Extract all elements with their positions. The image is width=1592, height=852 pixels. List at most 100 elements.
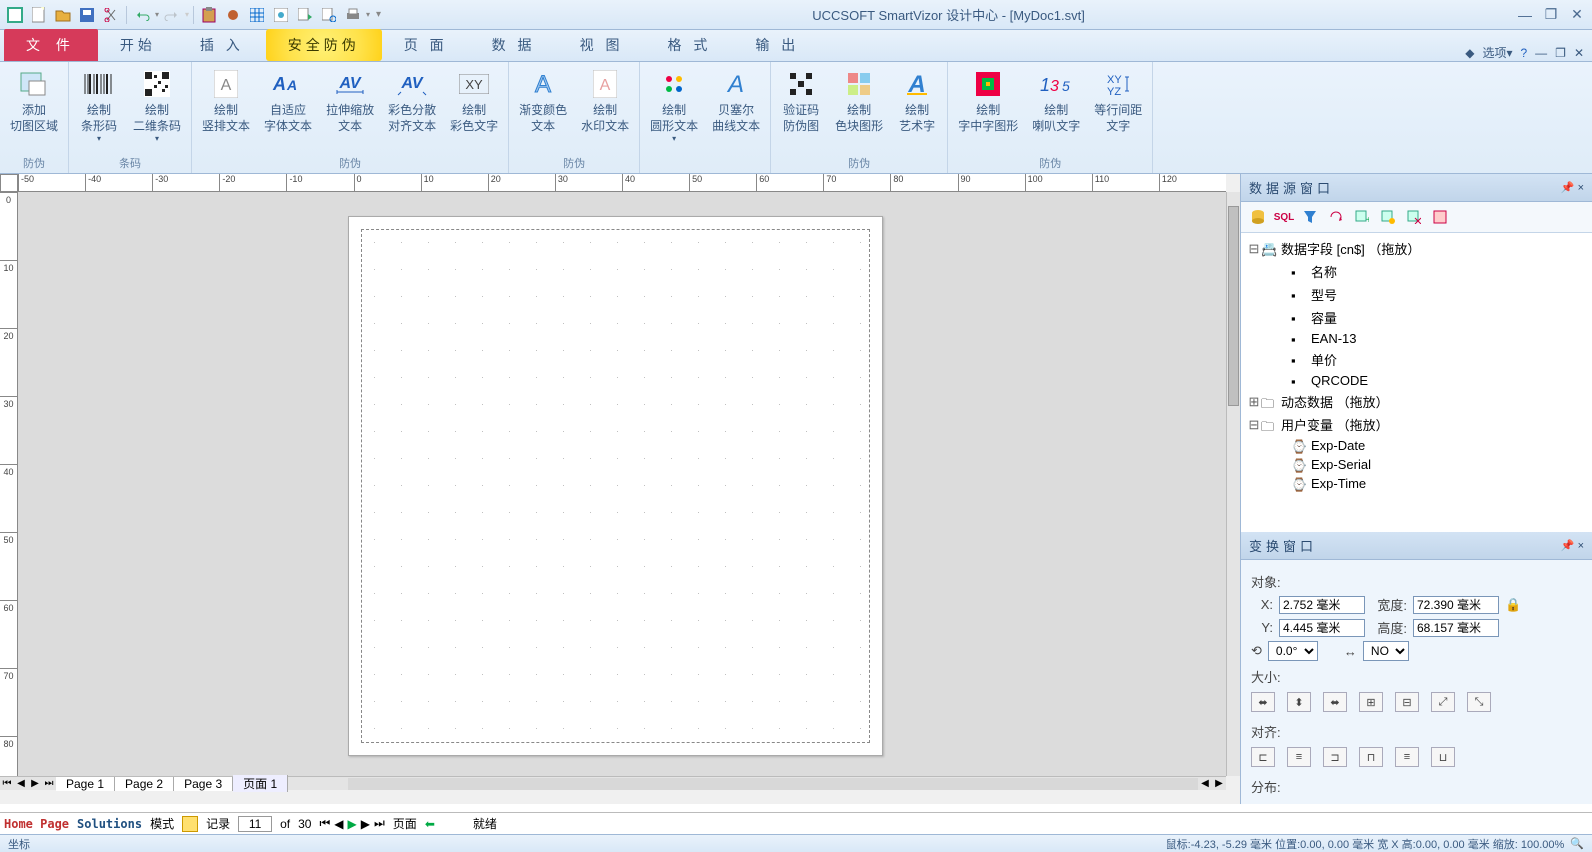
- size-btn-6[interactable]: ⤢: [1431, 692, 1455, 712]
- ribbon-help-icon[interactable]: ?: [1520, 46, 1527, 60]
- page-tab-2[interactable]: Page 2: [115, 777, 174, 791]
- options-button[interactable]: 选项▾: [1482, 44, 1512, 61]
- minimize-icon[interactable]: —: [1516, 6, 1534, 24]
- transform-header[interactable]: 变换窗口 📌 ×: [1241, 532, 1592, 560]
- tab-security[interactable]: 安全防伪: [266, 29, 382, 61]
- close-icon[interactable]: ✕: [1568, 6, 1586, 24]
- btn-bezier-text[interactable]: A贝塞尔 曲线文本: [708, 66, 764, 157]
- tab-file[interactable]: 文 件: [4, 29, 98, 61]
- tree-dynamic[interactable]: ⊞🗀动态数据 （拖放）: [1247, 390, 1586, 413]
- tab-start[interactable]: 开始: [98, 29, 178, 61]
- btn-autofit-text[interactable]: AA自适应 字体文本: [260, 66, 316, 153]
- qat-paste-icon[interactable]: [198, 4, 220, 26]
- page-back-icon[interactable]: ⬅: [425, 817, 435, 831]
- align-right[interactable]: ⊐: [1323, 747, 1347, 767]
- btn-color-text[interactable]: XY绘制 彩色文字: [446, 66, 502, 153]
- help-icon[interactable]: ◆: [1465, 46, 1474, 60]
- tree-field[interactable]: ▪QRCODE: [1247, 371, 1586, 390]
- page-tab-current[interactable]: 页面 1: [233, 775, 288, 792]
- tab-format[interactable]: 格 式: [645, 29, 733, 61]
- tab-next-icon[interactable]: ▶: [28, 778, 42, 789]
- ds-db-icon[interactable]: [1247, 206, 1269, 228]
- tab-data[interactable]: 数 据: [470, 29, 558, 61]
- y-input[interactable]: [1279, 619, 1365, 637]
- hscroll-left-icon[interactable]: ◀: [1198, 778, 1212, 789]
- pin-icon-2[interactable]: 📌 ×: [1561, 539, 1584, 552]
- tree-uvar[interactable]: ⌚Exp-Date: [1247, 436, 1586, 455]
- size-btn-1[interactable]: ⬌: [1251, 692, 1275, 712]
- home-page-link[interactable]: Home Page: [4, 817, 69, 831]
- rotate-select[interactable]: 0.0°: [1268, 641, 1318, 661]
- ribbon-min-icon[interactable]: —: [1535, 46, 1547, 60]
- qat-new-icon[interactable]: [28, 4, 50, 26]
- nav-next-icon[interactable]: ▶: [361, 817, 370, 831]
- ds-del-icon[interactable]: [1403, 206, 1425, 228]
- maximize-icon[interactable]: ❐: [1542, 6, 1560, 24]
- align-top[interactable]: ⊓: [1359, 747, 1383, 767]
- ds-edit-icon[interactable]: [1377, 206, 1399, 228]
- size-btn-4[interactable]: ⊞: [1359, 692, 1383, 712]
- qat-export-icon[interactable]: [294, 4, 316, 26]
- record-current[interactable]: [238, 816, 272, 832]
- align-center-h[interactable]: ≡: [1287, 747, 1311, 767]
- tab-page[interactable]: 页 面: [382, 29, 470, 61]
- tab-output[interactable]: 输 出: [733, 29, 821, 61]
- flip-select[interactable]: NO: [1363, 641, 1409, 661]
- tab-insert[interactable]: 插 入: [178, 29, 266, 61]
- ds-add-icon[interactable]: +: [1351, 206, 1373, 228]
- tab-view[interactable]: 视 图: [558, 29, 646, 61]
- qat-tool-icon[interactable]: [222, 4, 244, 26]
- tree-field[interactable]: ▪单价: [1247, 348, 1586, 371]
- x-input[interactable]: [1279, 596, 1365, 614]
- btn-add-cut-region[interactable]: 添加 切图区域: [6, 66, 62, 153]
- qat-preview-icon[interactable]: [270, 4, 292, 26]
- tree-root-fields[interactable]: ⊟📇数据字段 [cn$] （拖放）: [1247, 237, 1586, 260]
- btn-qrcode[interactable]: 绘制 二维条码▾: [129, 66, 185, 153]
- page-surface[interactable]: [348, 216, 883, 756]
- page-tab-1[interactable]: Page 1: [56, 777, 115, 791]
- btn-equal-line[interactable]: XYYZ等行间距 文字: [1090, 66, 1146, 153]
- btn-colorblock[interactable]: 绘制 色块图形: [831, 66, 887, 153]
- qat-save-icon[interactable]: [76, 4, 98, 26]
- btn-vtext[interactable]: A绘制 竖排文本: [198, 66, 254, 153]
- tree-uservars[interactable]: ⊟🗀用户变量 （拖放）: [1247, 413, 1586, 436]
- qat-undo-icon[interactable]: [131, 4, 153, 26]
- ds-refresh-icon[interactable]: [1325, 206, 1347, 228]
- btn-captcha[interactable]: 验证码 防伪图: [777, 66, 825, 153]
- ribbon-restore-icon[interactable]: ❐: [1555, 46, 1566, 60]
- ribbon-close-icon[interactable]: ✕: [1574, 46, 1584, 60]
- tree-field[interactable]: ▪容量: [1247, 306, 1586, 329]
- ds-filter-icon[interactable]: [1299, 206, 1321, 228]
- tree-uvar[interactable]: ⌚Exp-Serial: [1247, 455, 1586, 474]
- btn-color-scatter[interactable]: AV彩色分散 对齐文本: [384, 66, 440, 153]
- btn-char-in-char[interactable]: 绘制 字中字图形: [954, 66, 1022, 153]
- hscroll-right-icon[interactable]: ▶: [1212, 778, 1226, 789]
- qat-print-preview-icon[interactable]: [318, 4, 340, 26]
- page-tab-3[interactable]: Page 3: [174, 777, 233, 791]
- qat-app-icon[interactable]: [4, 4, 26, 26]
- zoom-icon[interactable]: 🔍: [1570, 837, 1584, 850]
- qat-cut-icon[interactable]: [100, 4, 122, 26]
- solutions-link[interactable]: Solutions: [77, 817, 142, 831]
- nav-prev-icon[interactable]: ◀: [334, 817, 343, 831]
- w-input[interactable]: [1413, 596, 1499, 614]
- tab-first-icon[interactable]: ⏮: [0, 778, 14, 789]
- tree-field[interactable]: ▪名称: [1247, 260, 1586, 283]
- nav-last-icon[interactable]: ⏭: [374, 816, 385, 831]
- btn-wordart[interactable]: A绘制 艺术字: [893, 66, 941, 153]
- tree-uvar[interactable]: ⌚Exp-Time: [1247, 474, 1586, 493]
- canvas[interactable]: [18, 192, 1240, 776]
- align-center-v[interactable]: ≡: [1395, 747, 1419, 767]
- tab-prev-icon[interactable]: ◀: [14, 778, 28, 789]
- btn-stretch-text[interactable]: AV拉伸缩放 文本: [322, 66, 378, 153]
- tree-field[interactable]: ▪EAN-13: [1247, 329, 1586, 348]
- align-left[interactable]: ⊏: [1251, 747, 1275, 767]
- btn-horn-text[interactable]: 135绘制 喇叭文字: [1028, 66, 1084, 153]
- qat-print-icon[interactable]: [342, 4, 364, 26]
- size-btn-2[interactable]: ⬍: [1287, 692, 1311, 712]
- mode-icon[interactable]: [182, 816, 198, 832]
- pin-icon[interactable]: 📌 ×: [1561, 181, 1584, 194]
- align-bottom[interactable]: ⊔: [1431, 747, 1455, 767]
- vscrollbar[interactable]: [1226, 192, 1240, 776]
- size-btn-5[interactable]: ⊟: [1395, 692, 1419, 712]
